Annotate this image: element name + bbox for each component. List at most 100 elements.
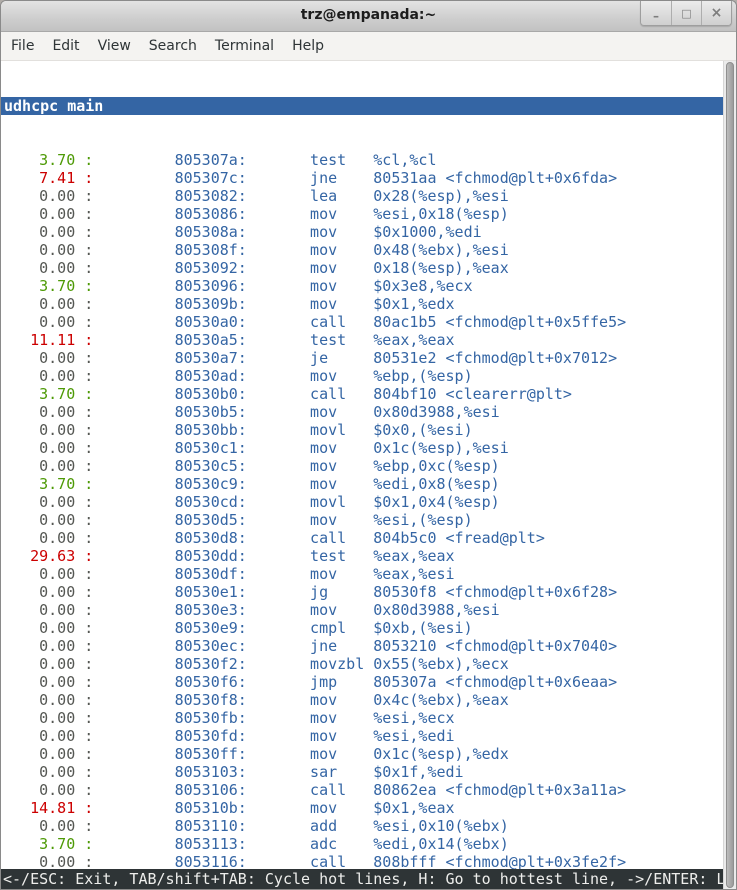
menu-item-help[interactable]: Help — [283, 34, 333, 58]
asm-row[interactable]: 0.00 : 80530bb: movl $0x0,(%esi) — [3, 421, 736, 439]
asm-row[interactable]: 0.00 : 80530df: mov %eax,%esi — [3, 565, 736, 583]
overhead-percent: 0.00 : — [3, 205, 102, 223]
asm-row[interactable]: 0.00 : 80530e1: jg 80530f8 <fchmod@plt+0… — [3, 583, 736, 601]
menu-item-file[interactable]: File — [2, 34, 43, 58]
instruction-text: 8053096: mov $0x3e8,%ecx — [102, 277, 472, 295]
instruction-text: 80530ff: mov 0x1c(%esp),%edx — [102, 745, 508, 763]
terminal-screen[interactable]: udhcpc main 3.70 : 805307a: test %cl,%cl… — [1, 61, 736, 889]
instruction-text: 80530f2: movzbl 0x55(%ebx),%ecx — [102, 655, 508, 673]
overhead-percent: 0.00 : — [3, 763, 102, 781]
instruction-text: 80530a7: je 80531e2 <fchmod@plt+0x7012> — [102, 349, 617, 367]
asm-row[interactable]: 7.41 : 805307c: jne 80531aa <fchmod@plt+… — [3, 169, 736, 187]
asm-row[interactable]: 0.00 : 80530a0: call 80ac1b5 <fchmod@plt… — [3, 313, 736, 331]
asm-row[interactable]: 0.00 : 80530e9: cmpl $0xb,(%esi) — [3, 619, 736, 637]
scrollbar-thumb[interactable] — [726, 62, 734, 888]
asm-row[interactable]: 0.00 : 805308a: mov $0x1000,%edi — [3, 223, 736, 241]
instruction-text: 80530ec: jne 8053210 <fchmod@plt+0x7040> — [102, 637, 617, 655]
instruction-text: 80530fd: mov %esi,%edi — [102, 727, 454, 745]
asm-row[interactable]: 0.00 : 80530ad: mov %ebp,(%esp) — [3, 367, 736, 385]
overhead-percent: 0.00 : — [3, 511, 102, 529]
maximize-button[interactable]: □ — [671, 1, 701, 25]
close-button[interactable]: × — [701, 1, 731, 25]
instruction-text: 805308f: mov 0x48(%ebx),%esi — [102, 241, 508, 259]
minimize-button[interactable]: – — [641, 1, 671, 25]
overhead-percent: 0.00 : — [3, 493, 102, 511]
overhead-percent: 0.00 : — [3, 781, 102, 799]
menu-bar: File Edit View Search Terminal Help — [1, 32, 736, 61]
overhead-percent: 0.00 : — [3, 817, 102, 835]
overhead-percent: 0.00 : — [3, 421, 102, 439]
asm-row[interactable]: 3.70 : 8053096: mov $0x3e8,%ecx — [3, 277, 736, 295]
asm-row[interactable]: 0.00 : 80530d8: call 804b5c0 <fread@plt> — [3, 529, 736, 547]
scrollbar[interactable] — [723, 61, 736, 889]
instruction-text: 8053092: mov 0x18(%esp),%eax — [102, 259, 508, 277]
asm-row[interactable]: 0.00 : 80530c1: mov 0x1c(%esp),%esi — [3, 439, 736, 457]
overhead-percent: 3.70 : — [3, 475, 102, 493]
asm-row[interactable]: 0.00 : 80530d5: mov %esi,(%esp) — [3, 511, 736, 529]
menu-item-search[interactable]: Search — [140, 34, 206, 58]
instruction-text: 80530cd: movl $0x1,0x4(%esp) — [102, 493, 499, 511]
overhead-percent: 3.70 : — [3, 151, 102, 169]
overhead-percent: 0.00 : — [3, 241, 102, 259]
instruction-text: 80530b5: mov 0x80d3988,%esi — [102, 403, 499, 421]
asm-row[interactable]: 0.00 : 8053110: add %esi,0x10(%ebx) — [3, 817, 736, 835]
asm-row[interactable]: 0.00 : 80530fb: mov %esi,%ecx — [3, 709, 736, 727]
instruction-text: 80530a5: test %eax,%eax — [102, 331, 454, 349]
asm-row[interactable]: 0.00 : 80530cd: movl $0x1,0x4(%esp) — [3, 493, 736, 511]
asm-row[interactable]: 0.00 : 80530b5: mov 0x80d3988,%esi — [3, 403, 736, 421]
asm-row[interactable]: 0.00 : 80530e3: mov 0x80d3988,%esi — [3, 601, 736, 619]
title-bar[interactable]: trz@empanada:~ – □ × — [1, 1, 736, 32]
menu-item-edit[interactable]: Edit — [43, 34, 88, 58]
instruction-text: 8053110: add %esi,0x10(%ebx) — [102, 817, 508, 835]
asm-row[interactable]: 3.70 : 805307a: test %cl,%cl — [3, 151, 736, 169]
asm-row[interactable]: 0.00 : 805308f: mov 0x48(%ebx),%esi — [3, 241, 736, 259]
asm-row[interactable]: 0.00 : 80530f8: mov 0x4c(%ebx),%eax — [3, 691, 736, 709]
overhead-percent: 0.00 : — [3, 457, 102, 475]
asm-row[interactable]: 3.70 : 80530c9: mov %edi,0x8(%esp) — [3, 475, 736, 493]
overhead-percent: 3.70 : — [3, 385, 102, 403]
instruction-text: 80530c5: mov %ebp,0xc(%esp) — [102, 457, 499, 475]
asm-row[interactable]: 0.00 : 8053103: sar $0x1f,%edi — [3, 763, 736, 781]
overhead-percent: 0.00 : — [3, 313, 102, 331]
asm-row[interactable]: 0.00 : 80530fd: mov %esi,%edi — [3, 727, 736, 745]
asm-row[interactable]: 0.00 : 805309b: mov $0x1,%edx — [3, 295, 736, 313]
instruction-text: 8053103: sar $0x1f,%edi — [102, 763, 463, 781]
overhead-percent: 3.70 : — [3, 277, 102, 295]
asm-row[interactable]: 0.00 : 8053092: mov 0x18(%esp),%eax — [3, 259, 736, 277]
menu-item-terminal[interactable]: Terminal — [206, 34, 283, 58]
asm-row[interactable]: 0.00 : 80530f6: jmp 805307a <fchmod@plt+… — [3, 673, 736, 691]
asm-row[interactable]: 3.70 : 80530b0: call 804bf10 <clearerr@p… — [3, 385, 736, 403]
instruction-text: 8053086: mov %esi,0x18(%esp) — [102, 205, 508, 223]
asm-row[interactable]: 0.00 : 8053082: lea 0x28(%esp),%esi — [3, 187, 736, 205]
asm-row[interactable]: 14.81 : 805310b: mov $0x1,%eax — [3, 799, 736, 817]
instruction-text: 80530e9: cmpl $0xb,(%esi) — [102, 619, 472, 637]
overhead-percent: 7.41 : — [3, 169, 102, 187]
instruction-text: 80530f6: jmp 805307a <fchmod@plt+0x6eaa> — [102, 673, 617, 691]
asm-row[interactable]: 29.63 : 80530dd: test %eax,%eax — [3, 547, 736, 565]
maximize-icon: □ — [681, 7, 691, 20]
asm-row[interactable]: 0.00 : 80530ec: jne 8053210 <fchmod@plt+… — [3, 637, 736, 655]
instruction-text: 80530bb: movl $0x0,(%esi) — [102, 421, 472, 439]
instruction-text: 805307a: test %cl,%cl — [102, 151, 436, 169]
asm-row[interactable]: 3.70 : 8053113: adc %edi,0x14(%ebx) — [3, 835, 736, 853]
asm-row[interactable]: 11.11 : 80530a5: test %eax,%eax — [3, 331, 736, 349]
asm-row[interactable]: 0.00 : 80530ff: mov 0x1c(%esp),%edx — [3, 745, 736, 763]
window-controls: – □ × — [640, 1, 732, 26]
disassembly[interactable]: 3.70 : 805307a: test %cl,%cl 7.41 : 8053… — [1, 151, 736, 889]
menu-item-view[interactable]: View — [89, 34, 140, 58]
asm-row[interactable]: 0.00 : 8053106: call 80862ea <fchmod@plt… — [3, 781, 736, 799]
asm-row[interactable]: 0.00 : 80530f2: movzbl 0x55(%ebx),%ecx — [3, 655, 736, 673]
asm-row[interactable]: 0.00 : 8053086: mov %esi,0x18(%esp) — [3, 205, 736, 223]
overhead-percent: 0.00 : — [3, 583, 102, 601]
instruction-text: 80530c1: mov 0x1c(%esp),%esi — [102, 439, 508, 457]
instruction-text: 805309b: mov $0x1,%edx — [102, 295, 454, 313]
instruction-text: 8053106: call 80862ea <fchmod@plt+0x3a11… — [102, 781, 626, 799]
overhead-percent: 0.00 : — [3, 691, 102, 709]
asm-row[interactable]: 0.00 : 80530a7: je 80531e2 <fchmod@plt+0… — [3, 349, 736, 367]
instruction-text: 805310b: mov $0x1,%eax — [102, 799, 454, 817]
terminal-window: trz@empanada:~ – □ × File Edit View Sear… — [0, 0, 737, 890]
overhead-percent: 0.00 : — [3, 439, 102, 457]
overhead-percent: 3.70 : — [3, 835, 102, 853]
overhead-percent: 0.00 : — [3, 709, 102, 727]
asm-row[interactable]: 0.00 : 80530c5: mov %ebp,0xc(%esp) — [3, 457, 736, 475]
